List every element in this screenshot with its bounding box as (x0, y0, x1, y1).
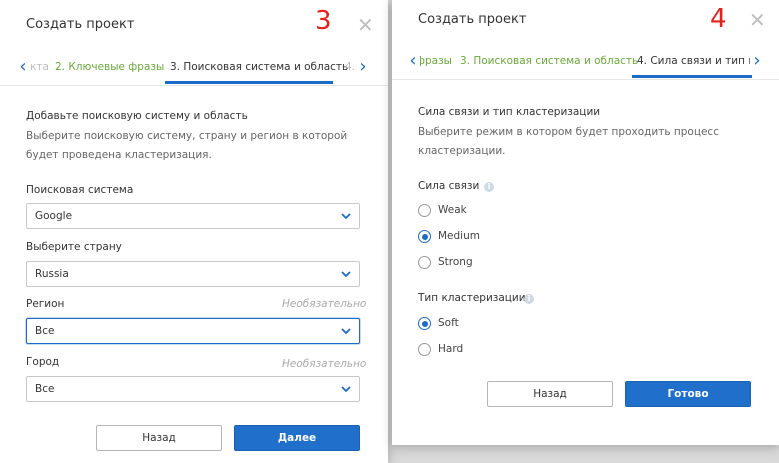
back-button[interactable]: Назад (96, 425, 222, 451)
close-icon[interactable]: ✕ (357, 13, 374, 37)
radio-label: Medium (438, 230, 480, 242)
tab-search-engine[interactable]: 3. Поисковая система и область (460, 55, 638, 67)
create-project-dialog-step-4: Создать проект 4 ✕ фразы 3. Поисковая си… (392, 0, 779, 445)
step-marker: 4 (710, 4, 727, 34)
section-description: Выберите поисковую систему, страну и рег… (26, 130, 348, 161)
region-select[interactable]: Все (26, 318, 360, 344)
active-tab-underline (632, 75, 752, 78)
back-button[interactable]: Назад (487, 381, 613, 407)
region-optional-hint: Необязательно (282, 298, 367, 310)
radio-label: Strong (438, 256, 473, 268)
tab-search-engine[interactable]: 3. Поисковая система и область (170, 61, 348, 73)
tab-key-phrases[interactable]: 2. Ключевые фразы (55, 61, 164, 73)
engine-select-value: Google (35, 210, 73, 222)
radio-label: Soft (438, 317, 459, 329)
create-project-dialog-step-3: Создать проект 3 ✕ кта 2. Ключевые фразы… (0, 0, 388, 463)
radio-button[interactable] (418, 256, 431, 269)
active-tab-underline (165, 81, 333, 84)
tabs-scroll-left-icon[interactable]: ‹ (16, 57, 30, 77)
city-select-value: Все (35, 383, 55, 395)
country-select-value: Russia (35, 268, 69, 280)
radio-button[interactable] (418, 230, 431, 243)
tab-project-partial[interactable]: кта (30, 61, 49, 73)
radio-button[interactable] (418, 317, 431, 330)
country-select[interactable]: Russia (26, 261, 360, 287)
radio-button[interactable] (418, 204, 431, 217)
dialog-title: Создать проект (418, 12, 527, 27)
tab-key-phrases-partial[interactable]: фразы (416, 55, 452, 67)
country-label: Выберите страну (26, 241, 122, 253)
chevron-down-icon (341, 386, 351, 393)
next-button[interactable]: Далее (234, 425, 360, 451)
radio-label: Weak (438, 204, 467, 216)
step-marker: 3 (315, 6, 332, 36)
tab-step-4-partial[interactable]: 4. (345, 61, 355, 73)
wizard-tabs: фразы 3. Поисковая система и область 4. … (392, 44, 779, 80)
info-icon[interactable]: i (524, 294, 534, 304)
cluster-type-label: Тип кластеризации (418, 292, 526, 304)
section-heading: Сила связи и тип кластеризации (418, 106, 601, 118)
region-label: Регион (26, 298, 65, 310)
radio-label: Hard (438, 343, 464, 355)
strength-label: Сила связи (418, 180, 480, 192)
city-select[interactable]: Все (26, 376, 360, 402)
engine-select[interactable]: Google (26, 203, 360, 229)
city-optional-hint: Необязательно (282, 358, 367, 370)
tabs-scroll-right-icon[interactable]: › (356, 57, 370, 77)
engine-label: Поисковая система (26, 184, 134, 196)
chevron-down-icon (341, 271, 351, 278)
dialog-title: Создать проект (26, 17, 135, 32)
dialog-header: Создать проект 4 ✕ (392, 0, 779, 50)
city-label: Город (26, 356, 60, 368)
info-icon[interactable]: i (484, 182, 494, 192)
section-description: Выберите режим в котором будет проходить… (418, 126, 719, 157)
radio-button[interactable] (418, 343, 431, 356)
done-button[interactable]: Готово (625, 381, 751, 407)
section-heading: Добавьте поисковую систему и область (26, 110, 248, 122)
region-select-value: Все (35, 325, 55, 337)
tabs-scroll-right-icon[interactable]: › (750, 51, 764, 71)
chevron-down-icon (341, 213, 351, 220)
close-icon[interactable]: ✕ (749, 8, 766, 32)
tabs-scroll-left-icon[interactable]: ‹ (406, 51, 420, 71)
dialog-header: Создать проект 3 ✕ (0, 0, 388, 50)
tab-strength-type[interactable]: 4. Сила связи и тип кл (637, 55, 761, 67)
wizard-tabs: кта 2. Ключевые фразы 3. Поисковая систе… (0, 50, 388, 86)
chevron-down-icon (341, 328, 351, 335)
